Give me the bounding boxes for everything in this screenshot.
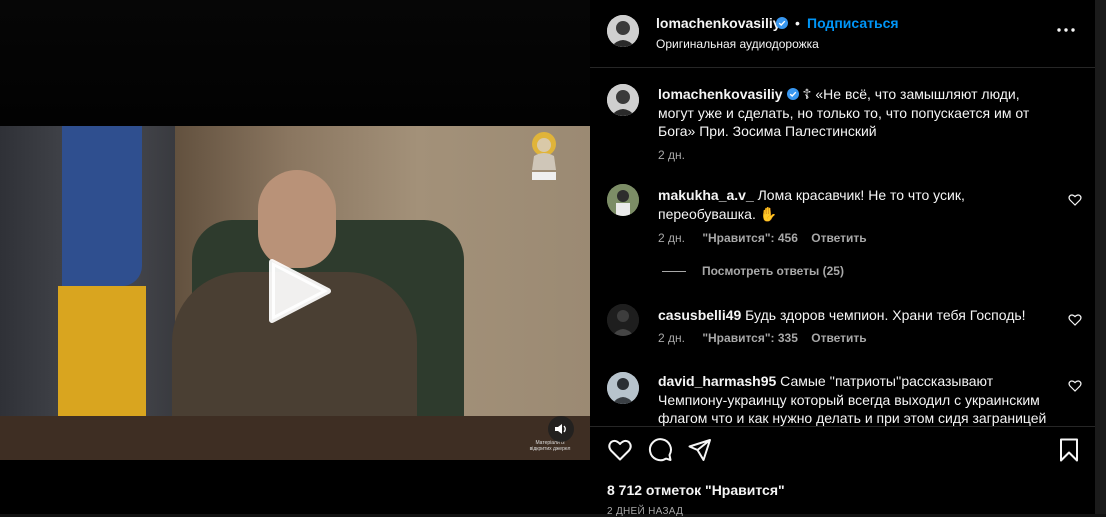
reply-button[interactable]: Ответить	[811, 231, 866, 245]
verified-badge-icon	[776, 17, 788, 29]
caption-username[interactable]: lomachenkovasiliy	[658, 86, 783, 102]
backdrop	[1095, 0, 1106, 514]
comment-likes[interactable]: "Нравится": 456	[702, 231, 798, 245]
comment-username[interactable]: casusbelli49	[658, 307, 741, 323]
comment-like-icon[interactable]	[1068, 193, 1082, 207]
comment-meta: 2 дн. "Нравится": 335 Ответить	[658, 331, 867, 345]
comment-avatar-image	[607, 304, 639, 336]
comment-avatar[interactable]	[607, 184, 639, 216]
post-date[interactable]: 2 ДНЕЙ НАЗАД	[607, 506, 683, 517]
comment-avatar[interactable]	[607, 304, 639, 336]
comments-list[interactable]: lomachenkovasiliy ☦ «Не всё, что замышля…	[590, 68, 1095, 426]
comment-text: david_harmash95 Самые ''патриоты''расска…	[658, 372, 1058, 426]
verified-badge-icon	[786, 88, 799, 100]
reply-button[interactable]: Ответить	[811, 331, 866, 345]
comment-avatar-image	[607, 184, 639, 216]
mute-button[interactable]	[548, 416, 574, 442]
video-desk	[0, 416, 590, 460]
view-replies-button[interactable]: Посмотреть ответы (25)	[662, 264, 844, 278]
comment-time[interactable]: 2 дн.	[658, 231, 685, 245]
comment-icon[interactable]	[647, 437, 673, 463]
comment-likes[interactable]: "Нравится": 335	[702, 331, 798, 345]
video-flag-blue	[62, 126, 142, 286]
post-header: lomachenkovasiliy • Подписаться Оригинал…	[590, 0, 1095, 68]
comment-body: Будь здоров чемпион. Храни тебя Господь!	[741, 307, 1026, 323]
post-actions: 8 712 отметок "Нравится" 2 ДНЕЙ НАЗАД	[590, 426, 1095, 517]
comment-text: makukha_a.v_ Лома красавчик! Не то что у…	[658, 186, 1058, 223]
view-replies-label: Посмотреть ответы (25)	[702, 264, 844, 278]
share-icon[interactable]	[687, 437, 713, 463]
audio-label[interactable]: Оригинальная аудиодорожка	[656, 37, 819, 51]
comment-like-icon[interactable]	[1068, 379, 1082, 393]
video-letterbox-top	[0, 0, 590, 126]
avatar-image	[607, 15, 639, 47]
caption-time[interactable]: 2 дн.	[658, 148, 685, 162]
heart-icon[interactable]	[607, 437, 633, 463]
likes-count[interactable]: 8 712 отметок "Нравится"	[607, 482, 785, 498]
video-player[interactable]: Матеріали із відкритих джерел	[0, 0, 590, 514]
comment-meta: 2 дн. "Нравится": 456 Ответить	[658, 231, 867, 245]
replies-line	[662, 271, 686, 273]
caption-avatar-image	[607, 84, 639, 116]
comment-text: casusbelli49 Будь здоров чемпион. Храни …	[658, 306, 1058, 325]
comment-avatar[interactable]	[607, 372, 639, 404]
video-letterbox-bottom	[0, 460, 590, 514]
video-watermark: Матеріали із відкритих джерел	[529, 440, 571, 452]
play-icon[interactable]	[264, 256, 334, 326]
bookmark-icon[interactable]	[1056, 437, 1082, 463]
follow-button[interactable]: Подписаться	[807, 15, 899, 31]
avatar[interactable]	[607, 15, 639, 47]
speaker-icon	[555, 424, 566, 434]
more-horizontal-icon[interactable]	[1056, 20, 1076, 40]
comment-time[interactable]: 2 дн.	[658, 331, 685, 345]
comment-like-icon[interactable]	[1068, 313, 1082, 327]
saint-icon-logo	[532, 132, 556, 180]
post-panel: lomachenkovasiliy • Подписаться Оригинал…	[590, 0, 1095, 517]
comment-avatar-image	[607, 372, 639, 404]
comment-username[interactable]: makukha_a.v_	[658, 187, 754, 203]
post-author-username[interactable]: lomachenkovasiliy	[656, 15, 781, 31]
video-person-head	[258, 170, 336, 268]
caption-avatar[interactable]	[607, 84, 639, 116]
comment-username[interactable]: david_harmash95	[658, 373, 776, 389]
caption-text: lomachenkovasiliy ☦ «Не всё, что замышля…	[658, 85, 1058, 141]
separator-dot: •	[795, 15, 800, 31]
